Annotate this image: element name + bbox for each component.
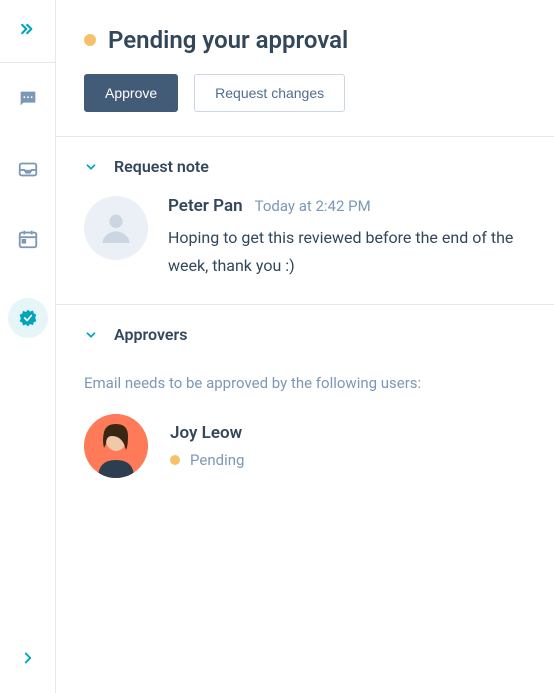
approver-row: Joy Leow Pending — [84, 414, 530, 478]
collapse-icon[interactable] — [17, 18, 39, 40]
expand-icon[interactable] — [17, 647, 39, 669]
approval-icon[interactable] — [8, 298, 48, 338]
approver-avatar — [84, 414, 148, 478]
calendar-icon[interactable] — [17, 228, 39, 250]
main-panel: Pending your approval Approve Request ch… — [56, 0, 554, 693]
request-note-title: Request note — [114, 157, 209, 176]
note-message: Hoping to get this reviewed before the e… — [168, 224, 530, 280]
chevron-down-icon — [84, 328, 98, 342]
sidebar — [0, 0, 56, 693]
status-dot-icon — [170, 455, 180, 465]
approver-status-text: Pending — [190, 451, 244, 469]
note-header: Peter Pan Today at 2:42 PM — [168, 196, 530, 216]
approvers-title: Approvers — [114, 325, 187, 344]
inbox-icon[interactable] — [17, 158, 39, 180]
author-avatar — [84, 196, 148, 260]
approve-button[interactable]: Approve — [84, 74, 178, 112]
note-timestamp: Today at 2:42 PM — [255, 197, 371, 215]
note-author: Peter Pan — [168, 196, 243, 216]
approvers-description: Email needs to be approved by the follow… — [84, 374, 530, 392]
title-row: Pending your approval — [84, 26, 530, 54]
page-title: Pending your approval — [108, 26, 348, 54]
approvers-section: Approvers Email needs to be approved by … — [56, 305, 554, 502]
action-buttons: Approve Request changes — [84, 74, 530, 112]
request-note-section: Request note Peter Pan Today at 2:42 PM … — [56, 137, 554, 305]
note-content: Peter Pan Today at 2:42 PM Hoping to get… — [168, 196, 530, 280]
approvers-toggle[interactable]: Approvers — [84, 325, 530, 344]
chat-icon[interactable] — [17, 88, 39, 110]
chevron-down-icon — [84, 160, 98, 174]
approver-info: Joy Leow Pending — [170, 423, 244, 469]
request-changes-button[interactable]: Request changes — [194, 74, 345, 112]
status-dot-icon — [84, 34, 96, 46]
approver-name: Joy Leow — [170, 423, 244, 443]
header-section: Pending your approval Approve Request ch… — [56, 0, 554, 137]
note-body: Peter Pan Today at 2:42 PM Hoping to get… — [84, 196, 530, 280]
approver-status: Pending — [170, 451, 244, 469]
request-note-toggle[interactable]: Request note — [84, 157, 530, 176]
